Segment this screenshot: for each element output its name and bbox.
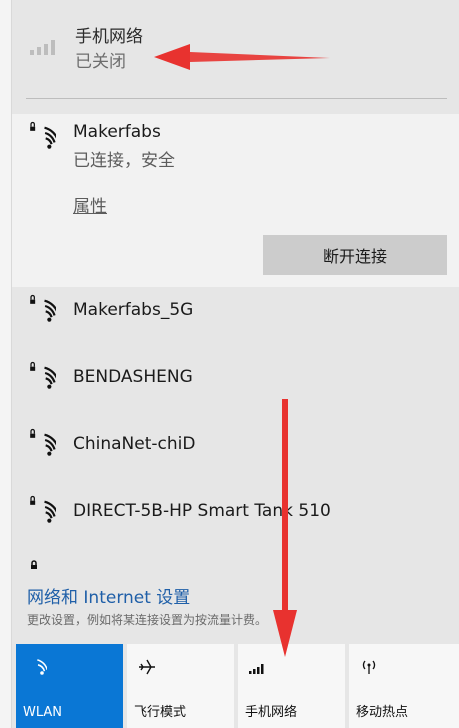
network-name: Makerfabs_5G <box>73 300 194 320</box>
cellular-tile-label: 手机网络 <box>245 705 298 720</box>
wlan-tile[interactable]: WLAN <box>16 644 123 728</box>
cellular-status: 已关闭 <box>75 52 126 72</box>
network-name: ChinaNet-chiD <box>73 434 196 454</box>
mobile-hotspot-tile[interactable]: 移动热点 <box>349 644 459 728</box>
airplane-icon <box>139 659 155 675</box>
annotation-arrow-left <box>154 44 330 70</box>
network-settings-link[interactable]: 网络和 Internet 设置 <box>27 583 190 608</box>
connected-network-name: Makerfabs <box>73 122 161 142</box>
properties-link[interactable]: 属性 <box>73 192 107 217</box>
wifi-secured-icon <box>30 428 56 456</box>
divider <box>26 98 447 99</box>
wifi-secured-icon <box>30 495 56 523</box>
connected-network[interactable]: Makerfabs 已连接，安全 属性 断开连接 <box>12 114 459 287</box>
network-row[interactable]: ChinaNet-chiD <box>12 421 459 488</box>
left-edge <box>0 0 12 728</box>
wifi-secured-icon <box>30 361 56 389</box>
mobile-hotspot-label: 移动热点 <box>356 705 409 720</box>
signal-bars-icon <box>30 40 55 55</box>
network-row[interactable]: BENDASHENG <box>12 354 459 421</box>
annotation-arrow-down <box>273 399 297 657</box>
wifi-secured-icon <box>30 294 56 322</box>
network-row-partial[interactable] <box>12 555 459 569</box>
settings-hint: 更改设置，例如将某连接设置为按流量计费。 <box>27 613 268 627</box>
airplane-mode-tile[interactable]: 飞行模式 <box>127 644 234 728</box>
hotspot-icon <box>362 660 376 674</box>
cellular-title: 手机网络 <box>75 27 143 47</box>
network-name: BENDASHENG <box>73 367 193 387</box>
wifi-icon <box>37 659 47 675</box>
connected-network-status: 已连接，安全 <box>73 151 175 171</box>
signal-bars-icon <box>249 664 264 674</box>
airplane-mode-label: 飞行模式 <box>134 705 187 720</box>
wifi-secured-icon <box>30 121 56 149</box>
network-row[interactable]: Makerfabs_5G <box>12 287 459 354</box>
wlan-tile-label: WLAN <box>23 705 63 720</box>
lock-icon <box>31 560 37 569</box>
network-row[interactable]: DIRECT-5B-HP Smart Tank 510 <box>12 488 459 555</box>
disconnect-button[interactable]: 断开连接 <box>263 235 447 275</box>
